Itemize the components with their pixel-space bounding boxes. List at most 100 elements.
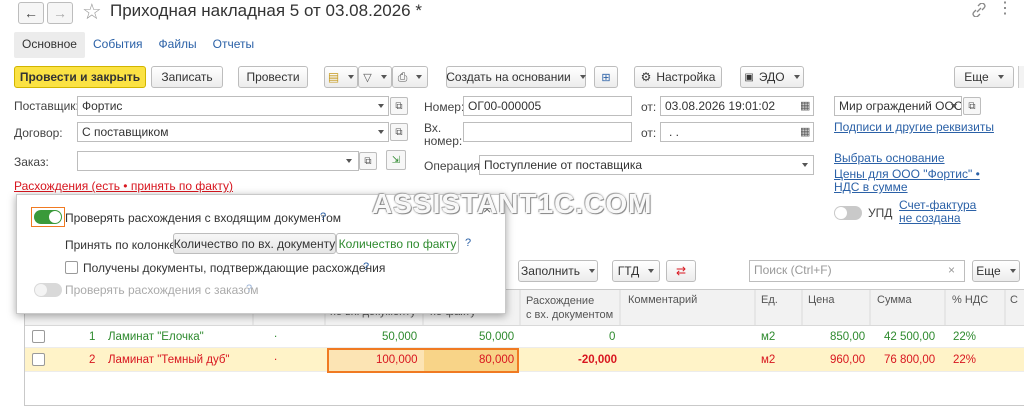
form-tabs: Основное События Файлы Отчеты <box>14 32 262 58</box>
row-sum: 42 500,00 <box>884 331 936 343</box>
docs-received-checkbox[interactable] <box>65 261 78 274</box>
accept-column-label: Принять по колонке: <box>65 238 180 252</box>
check-order-toggle[interactable] <box>34 283 62 297</box>
in-date-field[interactable]: . . <box>660 122 814 142</box>
row-checkbox[interactable] <box>32 353 45 366</box>
post-button[interactable]: Провести <box>238 66 308 88</box>
back-button[interactable]: ← <box>18 2 44 24</box>
supplier-label: Поставщик: <box>14 99 79 113</box>
help-icon[interactable]: ? <box>363 261 369 273</box>
order-field[interactable] <box>77 151 359 171</box>
print-button[interactable]: ⎙ <box>392 66 428 88</box>
row-name: Ламинат "Темный дуб" <box>108 354 230 366</box>
prices-link[interactable]: Цены для ООО "Фортис" • НДС в сумме <box>834 168 980 194</box>
option-fact-qty-button[interactable]: Количество по факту <box>336 233 459 254</box>
create-based-button[interactable]: Создать на основании <box>446 66 586 88</box>
row-vat: 22% <box>953 354 977 366</box>
order-open-button[interactable]: ⧉ <box>359 152 377 170</box>
menu-dots-icon[interactable]: ⋮ <box>997 1 1013 17</box>
post-and-close-button[interactable]: Провести и закрыть <box>14 66 146 88</box>
in-number-label: Вх. номер: <box>424 121 463 148</box>
tab-main[interactable]: Основное <box>14 32 85 58</box>
supplier-field[interactable]: Фортис <box>77 96 389 116</box>
search-clear-icon[interactable]: × <box>948 263 955 277</box>
check-incoming-label: Проверять расхождения с входящим докумен… <box>65 211 342 225</box>
row-checkbox[interactable] <box>32 330 45 343</box>
more-button[interactable]: Еще <box>954 66 1014 88</box>
supplier-open-button[interactable]: ⧉ <box>390 97 408 115</box>
choose-base-link[interactable]: Выбрать основание <box>834 151 945 165</box>
add-file-button[interactable]: ▤ <box>324 66 358 88</box>
forward-button[interactable]: → <box>47 2 73 24</box>
option-doc-qty-button[interactable]: Количество по вх. документу <box>173 233 336 254</box>
document-add-icon: ▤ <box>327 70 340 84</box>
search-input[interactable]: Поиск (Ctrl+F) <box>749 260 965 282</box>
row-vat: 22% <box>953 331 977 343</box>
row-price: 850,00 <box>830 331 866 343</box>
date-field[interactable]: 03.08.2026 19:01:02 <box>660 96 814 116</box>
number-label: Номер: <box>424 100 465 114</box>
row-qty-doc: 50,000 <box>382 331 418 343</box>
filter-button[interactable]: ▽ <box>358 66 392 88</box>
invoice-link[interactable]: Счет-фактура не создана <box>899 199 976 225</box>
compare-button[interactable]: ⇄ <box>666 260 696 282</box>
tab-files[interactable]: Файлы <box>151 32 205 58</box>
row-discrepancy: -20,000 <box>578 354 618 366</box>
order-dropdown-icon[interactable] <box>342 152 356 170</box>
structure-button[interactable]: ⊞ <box>594 66 618 88</box>
filter-icon: ▽ <box>363 71 372 84</box>
row-qty-fact: 80,000 <box>479 354 515 366</box>
row-unit: м2 <box>761 331 776 343</box>
link-icon[interactable] <box>972 2 986 18</box>
row-dot: . <box>274 328 278 340</box>
gtd-button[interactable]: ГТД <box>612 260 660 282</box>
operation-field[interactable]: Поступление от поставщика <box>479 155 814 175</box>
watermark: ASSISTANT1C.COM <box>372 188 653 219</box>
help-icon[interactable]: ? <box>246 283 252 295</box>
gear-icon: ⚙ <box>640 70 652 84</box>
settings-button[interactable]: ⚙ Настройка <box>634 66 722 88</box>
table-more-button[interactable]: Еще <box>972 260 1020 282</box>
tab-events[interactable]: События <box>85 32 151 58</box>
row-sum: 76 800,00 <box>884 354 936 366</box>
operation-dropdown-icon[interactable] <box>798 156 812 174</box>
signatures-link[interactable]: Подписи и другие реквизиты <box>834 120 994 134</box>
contract-dropdown-icon[interactable] <box>374 123 388 141</box>
row-dot: . <box>274 351 278 363</box>
operation-label: Операция: <box>424 159 484 173</box>
edo-button[interactable]: ▣ ЭДО <box>740 66 804 88</box>
row-price: 960,00 <box>830 354 866 366</box>
tab-reports[interactable]: Отчеты <box>205 32 262 58</box>
row-number: 1 <box>89 331 96 343</box>
in-date-label: от: <box>641 126 657 140</box>
arrow-left-icon: ← <box>24 5 38 21</box>
upd-toggle[interactable] <box>834 206 862 220</box>
organization-dropdown-icon[interactable] <box>947 97 961 115</box>
favorite-star-icon[interactable]: ☆ <box>82 0 102 25</box>
write-button[interactable]: Записать <box>151 66 223 88</box>
contract-open-button[interactable]: ⧉ <box>390 123 408 141</box>
in-calendar-icon[interactable]: ▦ <box>800 125 810 138</box>
page-title: Приходная накладная 5 от 03.08.2026 * <box>110 1 422 20</box>
in-number-field[interactable] <box>463 122 632 142</box>
number-field[interactable]: ОГ00-000005 <box>463 96 632 116</box>
order-fill-button[interactable]: ⇲ <box>386 150 406 170</box>
row-qty-doc: 100,000 <box>376 354 418 366</box>
edo-icon: ▣ <box>744 71 754 83</box>
supplier-dropdown-icon[interactable] <box>374 97 388 115</box>
check-order-label: Проверять расхождения с заказом <box>65 283 259 297</box>
help-icon[interactable]: ? <box>465 237 471 249</box>
help-icon[interactable]: ? <box>320 211 326 223</box>
calendar-icon[interactable]: ▦ <box>800 99 810 112</box>
printer-icon: ⎙ <box>397 69 408 84</box>
order-label: Заказ: <box>14 155 49 169</box>
row-unit: м2 <box>761 354 776 366</box>
fill-button[interactable]: Заполнить <box>518 260 598 282</box>
row-discrepancy: 0 <box>609 331 616 343</box>
discrepancy-link[interactable]: Расхождения (есть • принять по факту) <box>14 179 233 193</box>
check-incoming-toggle[interactable] <box>34 210 62 224</box>
contract-field[interactable]: С поставщиком <box>77 122 389 142</box>
organization-field[interactable]: Мир ограждений ООО <box>834 96 962 116</box>
organization-open-button[interactable]: ⧉ <box>963 97 981 115</box>
date-from-label: от: <box>641 100 657 114</box>
